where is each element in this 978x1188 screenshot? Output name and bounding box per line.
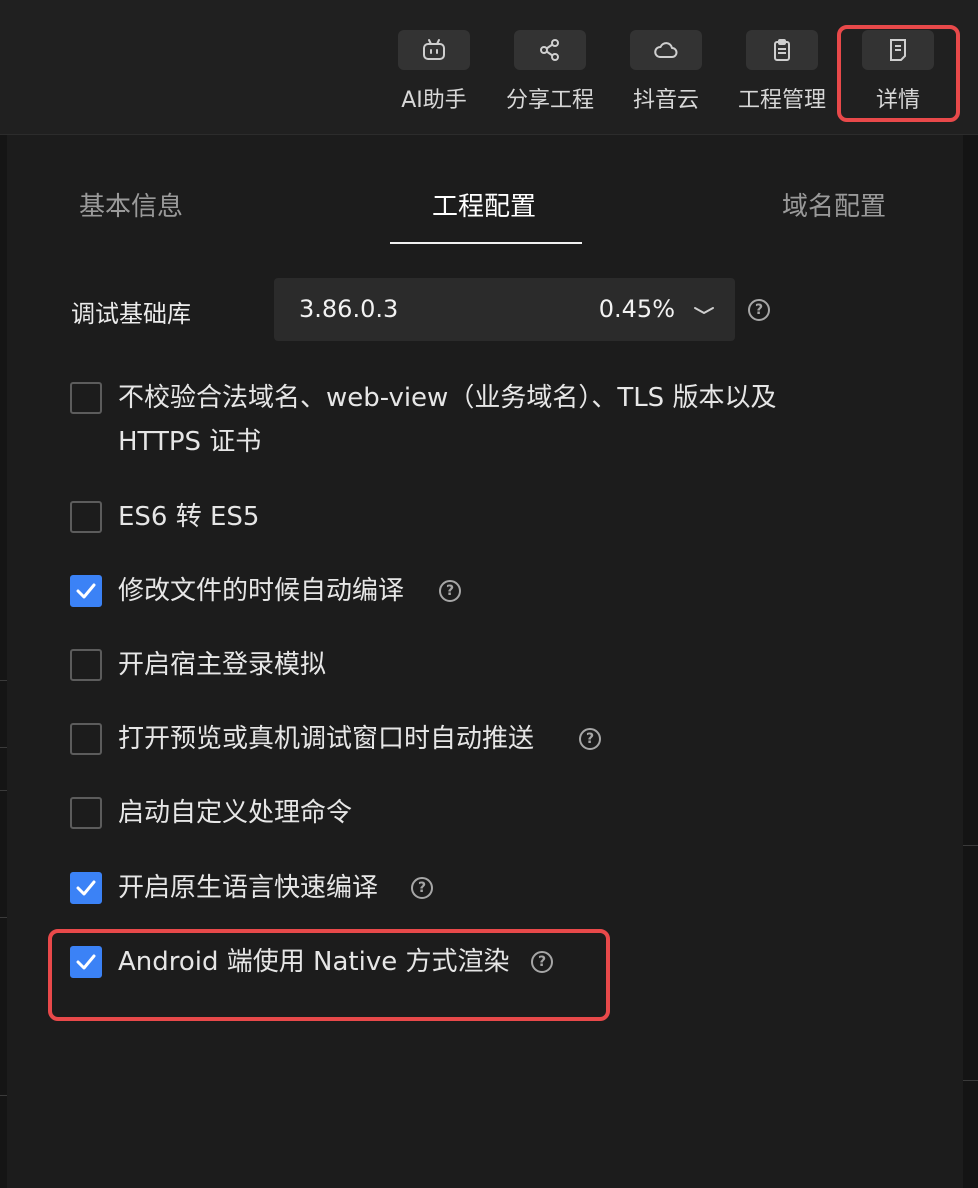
option-label-native-fast-compile: 开启原生语言快速编译 <box>118 873 379 903</box>
debug-lib-version: 3.86.0.3 <box>299 295 399 323</box>
project-management-button[interactable]: 工程管理 <box>732 30 832 114</box>
ai-assistant-button[interactable]: AI助手 <box>384 30 484 114</box>
help-icon[interactable]: ? <box>411 877 433 899</box>
option-label-skip-domain-check: 不校验合法域名、web-view（业务域名）、TLS 版本以及 <box>118 383 777 413</box>
share-project-button[interactable]: 分享工程 <box>500 30 600 114</box>
debug-lib-label: 调试基础库 <box>71 300 191 328</box>
checkbox-es6-to-es5[interactable] <box>70 501 102 533</box>
option-label-custom-command: 启动自定义处理命令 <box>118 798 353 828</box>
tab-basic-info[interactable]: 基本信息 <box>79 186 183 223</box>
option-label-skip-domain-check-line2: HTTPS 证书 <box>118 427 262 457</box>
edge-divider <box>963 845 978 846</box>
help-icon[interactable]: ? <box>579 728 601 750</box>
edge-divider <box>0 680 7 681</box>
edge-divider <box>0 747 7 748</box>
left-panel-edge <box>0 135 7 1188</box>
chevron-down-icon <box>694 307 714 314</box>
help-icon[interactable]: ? <box>748 299 770 321</box>
tab-project-config[interactable]: 工程配置 <box>432 186 536 223</box>
tab-domain-config[interactable]: 域名配置 <box>782 186 886 223</box>
douyin-cloud-button[interactable]: 抖音云 <box>616 30 716 114</box>
ai-assistant-label: AI助手 <box>401 88 467 113</box>
details-highlight-box <box>837 25 960 122</box>
robot-icon <box>398 30 470 70</box>
help-icon[interactable]: ? <box>439 580 461 602</box>
clipboard-icon <box>746 30 818 70</box>
checkbox-native-fast-compile[interactable] <box>70 872 102 904</box>
edge-divider <box>0 1095 7 1096</box>
active-tab-indicator <box>390 242 582 244</box>
debug-lib-share: 0.45% <box>598 295 675 323</box>
edge-divider <box>963 1080 978 1081</box>
checkmark-icon <box>76 583 96 599</box>
checkmark-icon <box>76 880 96 896</box>
douyin-cloud-label: 抖音云 <box>632 88 699 113</box>
checkbox-auto-push[interactable] <box>70 723 102 755</box>
edge-divider <box>0 790 7 791</box>
debug-lib-select[interactable]: 3.86.0.3 0.45% <box>274 278 735 341</box>
share-project-label: 分享工程 <box>505 88 594 113</box>
android-native-render-highlight-box <box>48 929 610 1021</box>
checkbox-skip-domain-check[interactable] <box>70 382 102 414</box>
checkbox-host-login-sim[interactable] <box>70 649 102 681</box>
project-management-label: 工程管理 <box>737 88 826 113</box>
toolbar-divider <box>0 134 978 135</box>
checkbox-auto-compile[interactable] <box>70 575 102 607</box>
option-label-auto-compile: 修改文件的时候自动编译 <box>118 576 405 606</box>
option-label-es6-to-es5: ES6 转 ES5 <box>118 502 260 532</box>
edge-divider <box>0 917 7 918</box>
option-label-auto-push: 打开预览或真机调试窗口时自动推送 <box>118 724 535 754</box>
top-toolbar: AI助手 分享工程 抖音云 工程管理 详情 <box>0 0 978 135</box>
share-icon <box>514 30 586 70</box>
right-panel-edge <box>963 135 978 1188</box>
cloud-icon <box>630 30 702 70</box>
checkbox-custom-command[interactable] <box>70 797 102 829</box>
option-label-host-login-sim: 开启宿主登录模拟 <box>118 650 327 680</box>
